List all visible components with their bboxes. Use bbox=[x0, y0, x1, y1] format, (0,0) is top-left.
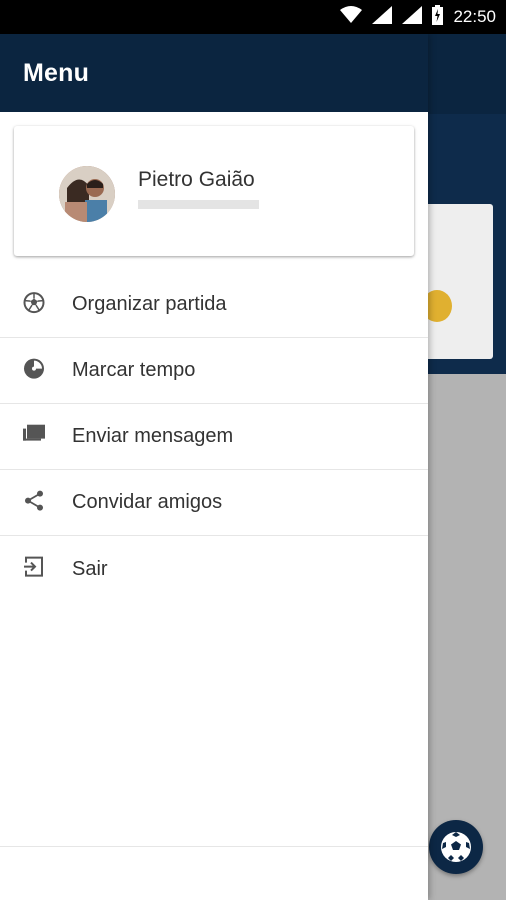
status-bar: 22:50 bbox=[0, 0, 506, 34]
menu-item-label: Marcar tempo bbox=[72, 359, 196, 381]
drawer-header: Menu bbox=[0, 34, 428, 112]
menu-item-label: Sair bbox=[72, 557, 108, 580]
soccer-ball-fab-icon bbox=[441, 832, 471, 862]
signal-icon bbox=[372, 5, 393, 29]
soccer-ball-fab[interactable] bbox=[429, 820, 483, 874]
menu-item-sair[interactable]: Sair bbox=[0, 536, 428, 602]
drawer-menu: Organizar partida Marcar tempo Enviar me… bbox=[0, 272, 428, 602]
soccer-ball-icon bbox=[22, 290, 46, 314]
menu-item-organizar-partida[interactable]: Organizar partida bbox=[0, 272, 428, 338]
profile-subtitle-placeholder bbox=[138, 200, 259, 209]
drawer-title: Menu bbox=[23, 58, 90, 87]
divider bbox=[0, 846, 428, 847]
wifi-icon bbox=[340, 5, 363, 29]
menu-item-label: Organizar partida bbox=[72, 293, 227, 315]
exit-icon bbox=[22, 555, 46, 579]
battery-charging-icon bbox=[432, 4, 444, 30]
menu-item-marcar-tempo[interactable]: Marcar tempo bbox=[0, 338, 428, 404]
timer-icon bbox=[22, 356, 46, 380]
share-icon bbox=[22, 488, 46, 512]
avatar[interactable] bbox=[59, 166, 115, 222]
profile-card[interactable]: Pietro Gaião bbox=[14, 126, 414, 256]
menu-item-label: Convidar amigos bbox=[72, 491, 223, 513]
clock: 22:50 bbox=[453, 7, 496, 26]
menu-item-convidar-amigos[interactable]: Convidar amigos bbox=[0, 470, 428, 536]
message-icon bbox=[22, 422, 46, 446]
menu-item-enviar-mensagem[interactable]: Enviar mensagem bbox=[0, 404, 428, 470]
signal-secondary-icon bbox=[402, 5, 423, 29]
navigation-drawer: Menu Pietro Gaião Organizar partida Marc… bbox=[0, 34, 428, 900]
profile-name: Pietro Gaião bbox=[138, 168, 255, 191]
menu-item-label: Enviar mensagem bbox=[72, 425, 234, 447]
